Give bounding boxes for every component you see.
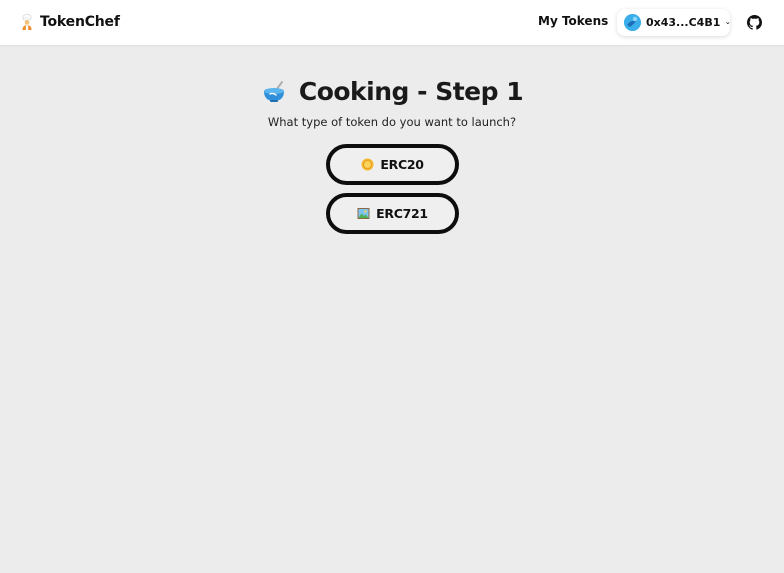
top-navbar: TokenChef My Tokens 0x43...C4B1 [0, 0, 784, 45]
picture-icon [357, 208, 370, 219]
wallet-address: 0x43...C4B1 [646, 16, 721, 29]
brand-name: TokenChef [40, 14, 120, 30]
chef-icon [22, 14, 32, 30]
app-root: TokenChef My Tokens 0x43...C4B1 Cooking … [0, 0, 784, 573]
github-icon[interactable] [747, 15, 762, 30]
erc20-option-label: ERC20 [380, 157, 424, 172]
page-title-row: Cooking - Step 1 [0, 77, 784, 106]
coin-icon [361, 158, 374, 171]
erc721-option-button[interactable]: ERC721 [326, 193, 459, 234]
brand-logo-link[interactable]: TokenChef [20, 12, 120, 32]
wallet-avatar [624, 14, 641, 31]
avatar-blob-icon [624, 14, 641, 31]
mixing-bowl-icon [263, 80, 284, 102]
chevron-down-icon [726, 21, 730, 24]
erc20-option-button[interactable]: ERC20 [326, 144, 459, 185]
page-subtitle: What type of token do you want to launch… [267, 115, 517, 129]
nav-my-tokens-link[interactable]: My Tokens [538, 14, 608, 28]
wallet-account-button[interactable]: 0x43...C4B1 [617, 9, 730, 36]
erc721-option-label: ERC721 [376, 206, 428, 221]
page-title: Cooking - Step 1 [298, 77, 524, 106]
